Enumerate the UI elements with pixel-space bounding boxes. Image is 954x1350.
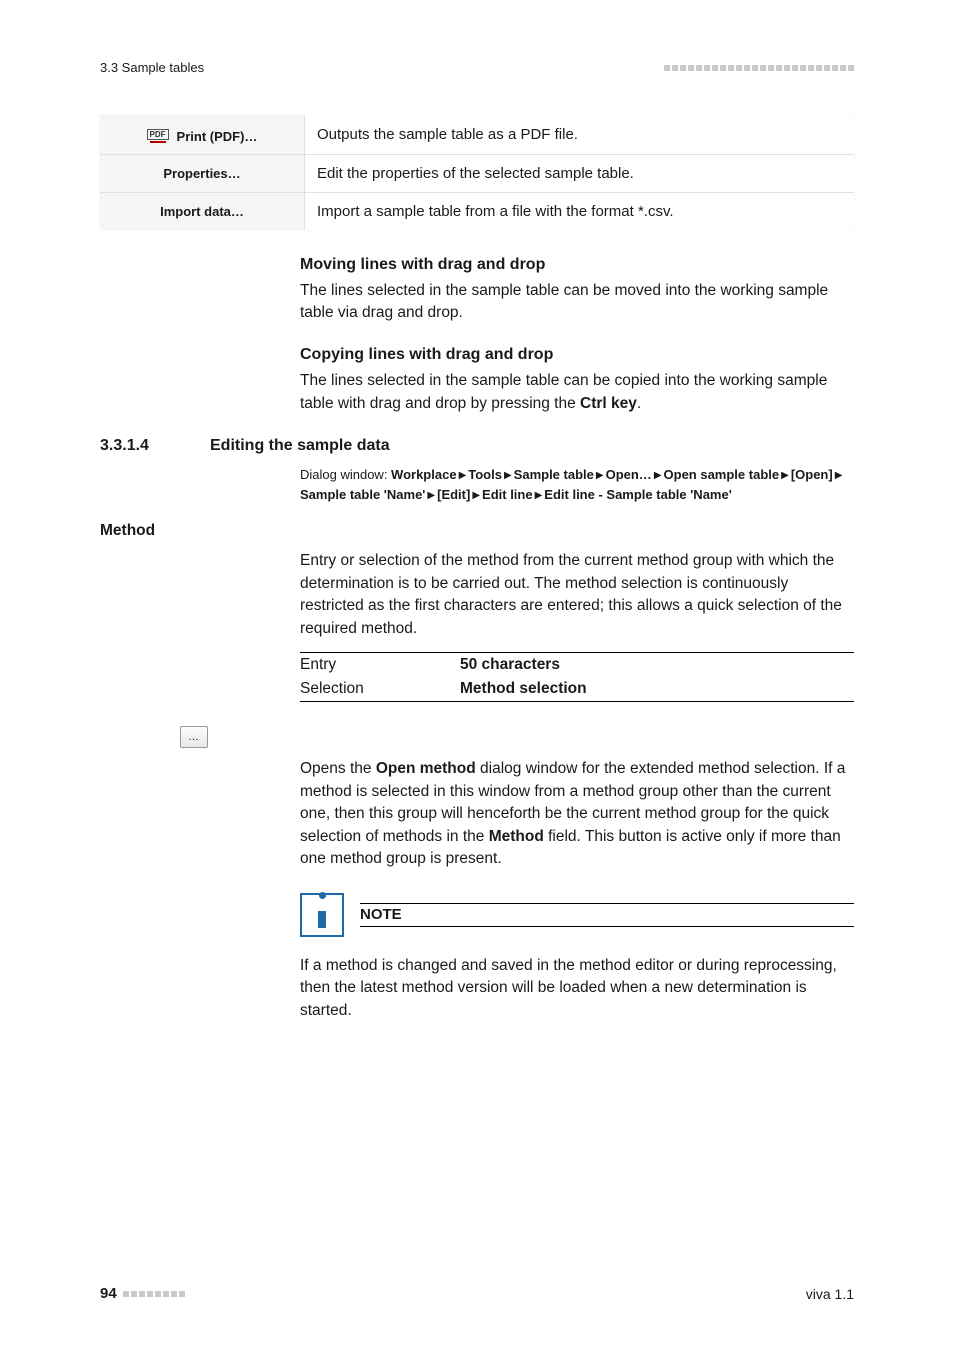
action-label: Properties…: [163, 166, 240, 181]
header-decoration: [664, 65, 854, 71]
header-breadcrumb: 3.3 Sample tables: [100, 60, 204, 75]
ellipsis-icon: …: [188, 731, 200, 743]
action-desc: Edit the properties of the selected samp…: [305, 154, 855, 192]
method-body-block: Entry or selection of the method from th…: [300, 550, 854, 640]
action-label: Import data…: [160, 204, 244, 219]
method-heading: Method: [100, 522, 854, 540]
browse-button[interactable]: …: [180, 726, 208, 748]
param-label: Selection: [300, 680, 460, 698]
actions-table: PDF Print (PDF)… Outputs the sample tabl…: [100, 115, 854, 230]
action-desc: Import a sample table from a file with t…: [305, 192, 855, 230]
body-text: Opens the Open method dialog window for …: [300, 758, 854, 870]
browse-desc-block: Opens the Open method dialog window for …: [300, 758, 854, 870]
section-heading: 3.3.1.4 Editing the sample data: [100, 437, 854, 455]
footer-version: viva 1.1: [806, 1286, 854, 1302]
pdf-icon: PDF: [147, 129, 169, 143]
subsection-title: Copying lines with drag and drop: [300, 346, 854, 364]
subsection-title: Moving lines with drag and drop: [300, 256, 854, 274]
table-row: Import data… Import a sample table from …: [100, 192, 854, 230]
note-title: NOTE: [360, 906, 402, 923]
param-value: 50 characters: [460, 656, 560, 674]
method-params-table: Entry 50 characters Selection Method sel…: [300, 652, 854, 702]
body-text: The lines selected in the sample table c…: [300, 280, 854, 325]
action-import-data: Import data…: [100, 192, 305, 230]
page-footer: 94 viva 1.1: [100, 1285, 854, 1302]
action-properties: Properties…: [100, 154, 305, 192]
body-text: The lines selected in the sample table c…: [300, 370, 854, 415]
table-row: Entry 50 characters: [300, 653, 854, 677]
info-icon: [300, 893, 344, 937]
body-text: Entry or selection of the method from th…: [300, 550, 854, 640]
action-print-pdf: PDF Print (PDF)…: [100, 115, 305, 154]
action-desc: Outputs the sample table as a PDF file.: [305, 115, 855, 154]
table-row: Properties… Edit the properties of the s…: [100, 154, 854, 192]
browse-row: …: [100, 726, 854, 748]
moving-lines-section: Moving lines with drag and drop The line…: [300, 256, 854, 325]
page-header: 3.3 Sample tables: [100, 60, 854, 75]
page-number: 94: [100, 1285, 117, 1302]
section-number: 3.3.1.4: [100, 437, 180, 455]
section-title: Editing the sample data: [210, 437, 390, 455]
note-body: If a method is changed and saved in the …: [300, 955, 854, 1022]
note-block: NOTE If a method is changed and saved in…: [300, 893, 854, 1022]
dialog-breadcrumb: Dialog window: Workplace▶Tools▶Sample ta…: [300, 465, 854, 504]
param-value: Method selection: [460, 680, 587, 698]
param-label: Entry: [300, 656, 460, 674]
copying-lines-section: Copying lines with drag and drop The lin…: [300, 346, 854, 415]
action-label: Print (PDF)…: [177, 129, 258, 144]
footer-decoration: [123, 1291, 185, 1297]
table-row: Selection Method selection: [300, 677, 854, 701]
table-row: PDF Print (PDF)… Outputs the sample tabl…: [100, 115, 854, 154]
